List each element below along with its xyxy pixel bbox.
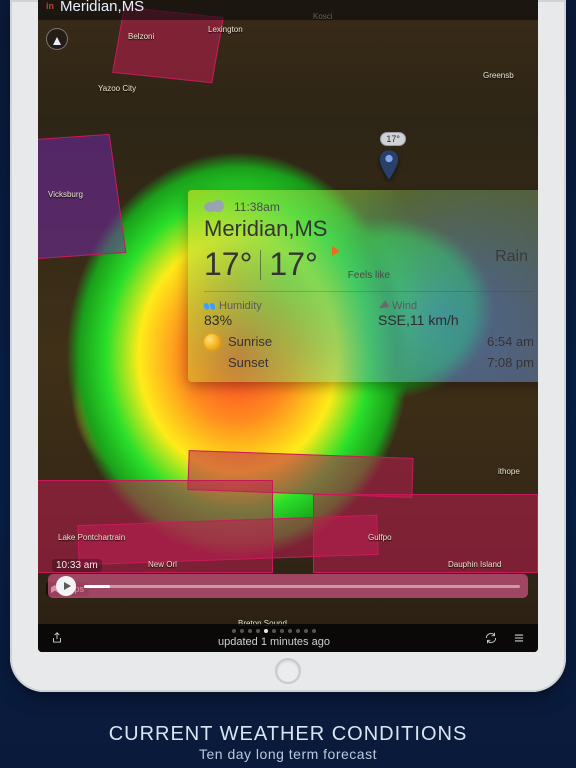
humidity-label: Humidity bbox=[204, 300, 360, 312]
status-bar: updated 1 minutes ago bbox=[38, 624, 538, 652]
wind-label: Wind bbox=[378, 300, 534, 312]
rain-cloud-icon bbox=[204, 200, 226, 214]
obs-time: 11:38am bbox=[234, 200, 280, 214]
humidity-value: 83% bbox=[204, 312, 360, 328]
ipad-home-button[interactable] bbox=[275, 658, 301, 684]
wind-value: SSE,11 km/h bbox=[378, 312, 534, 328]
sunrise-value: 6:54 am bbox=[487, 334, 534, 349]
ipad-frame: Belzoni Lexington Kosci Yazoo City Vicks… bbox=[10, 0, 566, 692]
page-dots[interactable] bbox=[232, 629, 316, 633]
refresh-icon[interactable] bbox=[484, 631, 498, 645]
sunrise-label: Sunrise bbox=[228, 334, 481, 349]
menu-icon[interactable] bbox=[512, 631, 526, 645]
location-pin[interactable]: 17° bbox=[378, 150, 400, 185]
app-screen: Belzoni Lexington Kosci Yazoo City Vicks… bbox=[38, 0, 538, 652]
brand-badge: in bbox=[46, 1, 54, 11]
temp-divider bbox=[260, 250, 261, 280]
timeline-timestamp: 10:33 am bbox=[52, 559, 102, 572]
timeline-track[interactable] bbox=[84, 585, 520, 588]
header-location[interactable]: Meridian,MS bbox=[60, 0, 144, 15]
temp-feels: 17° bbox=[269, 246, 317, 283]
sun-icon bbox=[204, 334, 220, 350]
play-icon[interactable] bbox=[332, 246, 340, 256]
sunset-value: 7:08 pm bbox=[487, 355, 534, 370]
feels-like-label: Feels like bbox=[348, 270, 390, 281]
radar-player bbox=[48, 574, 528, 598]
weather-card: 11:38am Meridian,MS 17° 17° Feels like R… bbox=[188, 190, 538, 382]
card-location: Meridian,MS bbox=[204, 216, 534, 242]
promo-line2: Ten day long term forecast bbox=[0, 746, 576, 762]
pin-temp-badge: 17° bbox=[380, 132, 406, 146]
sunset-label: Sunset bbox=[228, 355, 481, 370]
header-bar: in Meridian,MS bbox=[38, 0, 538, 20]
droplets-icon bbox=[204, 303, 215, 310]
compass-button[interactable] bbox=[46, 28, 68, 50]
updated-text: updated 1 minutes ago bbox=[218, 636, 330, 648]
share-icon[interactable] bbox=[50, 631, 64, 645]
temp-current: 17° bbox=[204, 246, 252, 283]
wind-arrow-icon bbox=[377, 300, 390, 312]
promo-caption: CURRENT WEATHER CONDITIONS Ten day long … bbox=[0, 723, 576, 762]
promo-line1: CURRENT WEATHER CONDITIONS bbox=[0, 723, 576, 746]
play-button[interactable] bbox=[56, 576, 76, 596]
condition-text: Rain bbox=[495, 248, 528, 266]
